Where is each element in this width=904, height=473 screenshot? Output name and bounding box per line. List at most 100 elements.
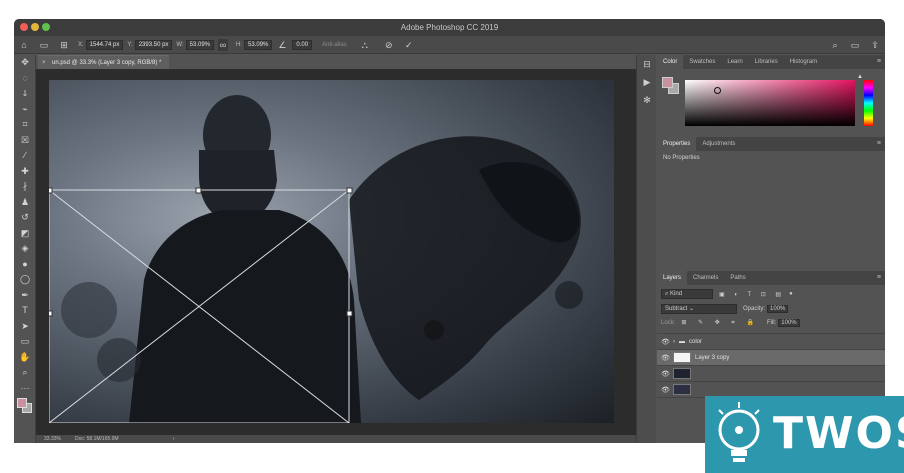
frame-tool-icon[interactable]: ☒ [14, 133, 36, 149]
blend-mode-select[interactable]: Subtract ⌄ [661, 304, 737, 314]
properties-message: No Properties [663, 155, 700, 161]
tab-layers[interactable]: Layers [657, 271, 688, 285]
zoom-tool-icon[interactable]: ⌕ [14, 365, 36, 381]
warp-icon[interactable]: ⛬ [359, 39, 371, 51]
lock-icons[interactable]: ⊠ ✎ ✥ ⌗ 🔒 [681, 319, 759, 327]
panel-menu-icon[interactable]: ≡ [877, 58, 881, 65]
share-icon[interactable]: ⇪ [869, 39, 881, 51]
tab-histogram[interactable]: Histogram [784, 55, 823, 69]
type-tool-icon[interactable]: T [14, 303, 36, 319]
hue-slider[interactable] [864, 80, 873, 126]
actions-panel-icon[interactable]: ▶ [637, 73, 657, 91]
color-picker-field[interactable] [685, 80, 855, 126]
dodge-tool-icon[interactable]: ◯ [14, 272, 36, 288]
tab-adjustments[interactable]: Adjustments [696, 137, 741, 151]
tab-paths[interactable]: Paths [724, 271, 751, 285]
layer-row[interactable]: 👁 › ▬ color [657, 334, 885, 350]
tab-learn[interactable]: Learn [721, 55, 748, 69]
right-panels: Color Swatches Learn Libraries Histogram… [657, 55, 885, 443]
quick-select-tool-icon[interactable]: ⌁ [14, 102, 36, 118]
workspace-icon[interactable]: ▭ [849, 39, 861, 51]
color-swatches[interactable] [14, 396, 35, 420]
reference-point-icon[interactable]: ⊞ [58, 39, 70, 51]
tab-channels[interactable]: Channels [687, 271, 724, 285]
layer-thumbnail [673, 384, 691, 395]
tab-color[interactable]: Color [657, 55, 684, 69]
cancel-transform-icon[interactable]: ⊘ [383, 39, 395, 51]
layer-thumbnail [673, 352, 691, 363]
minimize-window-button[interactable] [31, 23, 39, 31]
lightbulb-logo-icon [718, 402, 760, 462]
layer-thumbnail [673, 368, 691, 379]
status-arrow-icon[interactable]: › [173, 435, 175, 443]
tools-panel: ✥ ◌ ↆ ⌁ ⌗ ☒ ∕ ✚ ∤ ♟ ↺ ◩ ◈ ● ◯ ✒ T ➤ ▭ ✋ … [14, 55, 36, 443]
rectangle-tool-icon[interactable]: ▭ [14, 334, 36, 350]
group-chevron-icon[interactable]: › [673, 339, 675, 345]
status-bar: 33.33% Doc: 58.1M/165.9M › [36, 435, 636, 443]
folder-icon: ▬ [679, 338, 685, 345]
properties-panel: No Properties [657, 151, 885, 271]
history-panel-icon[interactable]: ⊟ [637, 55, 657, 73]
more-tools-icon[interactable]: ··· [14, 381, 36, 397]
search-icon[interactable]: ⌕ [829, 39, 841, 51]
antialias-label[interactable]: Anti-alias [322, 42, 347, 48]
y-field[interactable]: 2393.50 px [134, 39, 173, 50]
paint-bucket-tool-icon[interactable]: ◈ [14, 241, 36, 257]
document-image[interactable] [49, 80, 614, 423]
path-selection-tool-icon[interactable]: ➤ [14, 319, 36, 335]
document-tab[interactable]: × un.psd @ 33.3% (Layer 3 copy, RGB/8) * [38, 55, 170, 70]
tool-preset-icon[interactable]: ▭ [38, 39, 50, 51]
lasso-tool-icon[interactable]: ↆ [14, 86, 36, 102]
window-title: Adobe Photoshop CC 2019 [400, 23, 499, 32]
home-icon[interactable]: ⌂ [18, 39, 30, 51]
zoom-window-button[interactable] [42, 23, 50, 31]
filter-toggle-icon[interactable]: ● [789, 291, 793, 297]
close-document-icon[interactable]: × [42, 56, 46, 70]
eyedropper-tool-icon[interactable]: ∕ [14, 148, 36, 164]
fill-field[interactable]: 100% [778, 319, 800, 327]
commit-transform-icon[interactable]: ✓ [403, 39, 415, 51]
link-icon[interactable]: ∞ [218, 38, 229, 51]
healing-brush-tool-icon[interactable]: ✚ [14, 164, 36, 180]
brush-settings-icon[interactable]: ✻ [637, 91, 657, 109]
layer-filter-icons[interactable]: ▣ ◐ T ⊡ ▤ [719, 291, 785, 298]
visibility-eye-icon[interactable]: 👁 [661, 354, 673, 362]
tab-swatches[interactable]: Swatches [683, 55, 721, 69]
clone-stamp-tool-icon[interactable]: ♟ [14, 195, 36, 211]
zoom-level[interactable]: 33.33% [44, 435, 61, 443]
brush-tool-icon[interactable]: ∤ [14, 179, 36, 195]
canvas-area [36, 69, 636, 435]
angle-field[interactable]: 0.00 [292, 39, 313, 50]
layer-row[interactable]: 👁 Layer 3 copy [657, 350, 885, 366]
height-field[interactable]: 53.09% [244, 39, 273, 50]
panel-foreground-swatch[interactable] [662, 77, 673, 88]
properties-menu-icon[interactable]: ≡ [877, 140, 881, 147]
layer-name: Layer 3 copy [695, 354, 730, 361]
visibility-eye-icon[interactable]: 👁 [661, 386, 673, 394]
history-brush-tool-icon[interactable]: ↺ [14, 210, 36, 226]
marquee-tool-icon[interactable]: ◌ [14, 71, 36, 87]
blur-tool-icon[interactable]: ● [14, 257, 36, 273]
visibility-eye-icon[interactable]: 👁 [661, 370, 673, 378]
visibility-eye-icon[interactable]: 👁 [661, 338, 673, 346]
crop-tool-icon[interactable]: ⌗ [14, 117, 36, 133]
close-window-button[interactable] [20, 23, 28, 31]
tab-properties[interactable]: Properties [657, 137, 697, 151]
layers-controls: ⌕ Kind ▣ ◐ T ⊡ ▤ ● Subtract ⌄ Opacity: 1… [657, 285, 885, 333]
hand-tool-icon[interactable]: ✋ [14, 350, 36, 366]
move-tool-icon[interactable]: ✥ [14, 55, 36, 71]
eraser-tool-icon[interactable]: ◩ [14, 226, 36, 242]
doc-size-info[interactable]: Doc: 58.1M/165.9M [75, 435, 119, 443]
opacity-field[interactable]: 100% [767, 305, 789, 313]
pen-tool-icon[interactable]: ✒ [14, 288, 36, 304]
layer-row[interactable]: 👁 [657, 366, 885, 382]
layer-filter-kind[interactable]: ⌕ Kind [661, 289, 713, 299]
layers-menu-icon[interactable]: ≡ [877, 274, 881, 281]
foreground-color-swatch[interactable] [17, 398, 27, 408]
layers-panel-tabs: Layers Channels Paths ≡ [657, 271, 885, 285]
opacity-label: Opacity: [743, 306, 766, 312]
w-label: W: [176, 41, 184, 48]
tab-libraries[interactable]: Libraries [749, 55, 784, 69]
width-field[interactable]: 53.09% [185, 39, 215, 50]
x-field[interactable]: 1544.74 px [85, 39, 124, 50]
